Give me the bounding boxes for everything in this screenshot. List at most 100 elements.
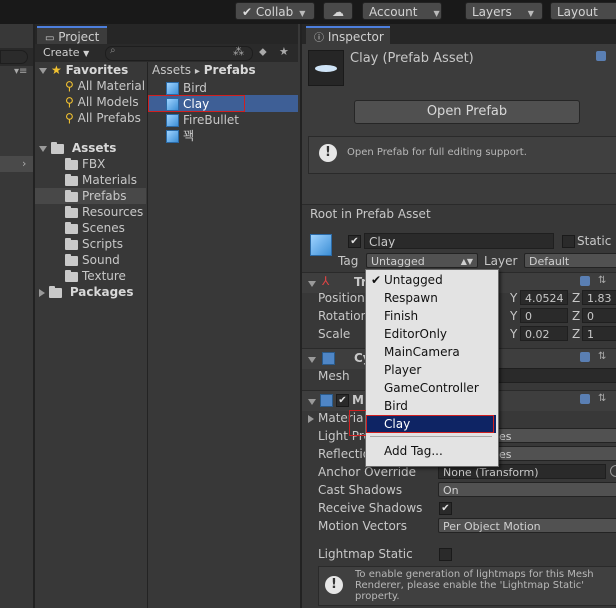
settings-icon[interactable]: ⋮	[612, 48, 616, 61]
search-icon: ⌕	[110, 45, 116, 56]
help-text: Open Prefab for full editing support.	[347, 147, 527, 158]
filter-type-icon[interactable]: ⁂	[233, 45, 244, 58]
file-label: Bird	[183, 81, 207, 95]
breadcrumb-root[interactable]: Assets	[152, 63, 191, 77]
breadcrumb-current[interactable]: Prefabs	[204, 63, 256, 77]
tag-option-player[interactable]: Player	[366, 361, 496, 379]
receive-shadows-checkbox[interactable]: ✔	[439, 502, 452, 515]
mesh-field[interactable]	[498, 368, 616, 383]
favorites-label: Favorites	[65, 63, 129, 77]
breadcrumb-separator: ▸	[194, 66, 200, 77]
folder-icon	[65, 253, 78, 266]
hierarchy-search[interactable]	[0, 50, 28, 64]
renderer-enabled-checkbox[interactable]: ✔	[336, 394, 349, 407]
preset-icon[interactable]: ⇅	[598, 393, 606, 404]
folder-item-prefabs[interactable]: Prefabs	[65, 188, 127, 204]
foldout-arrow-icon[interactable]	[308, 276, 320, 290]
open-prefab-button[interactable]: Open Prefab	[354, 100, 580, 124]
collapse-arrow-icon[interactable]	[39, 288, 45, 297]
assets-section[interactable]: Assets	[39, 140, 116, 156]
file-item-clay[interactable]: Clay	[166, 96, 209, 112]
expand-arrow-icon[interactable]	[39, 145, 47, 152]
collab-button[interactable]: ✔ Collab ▼	[235, 2, 315, 20]
collapse-arrow-icon[interactable]	[308, 414, 314, 423]
foldout-arrow-icon[interactable]	[308, 394, 320, 408]
file-item-firebullet[interactable]: FireBullet	[166, 112, 239, 128]
favorite-item-materials[interactable]: ⚲ All Material	[65, 78, 145, 94]
object-name-field[interactable]: Clay	[364, 233, 554, 249]
menu-icon[interactable]: ▾≡	[14, 66, 27, 77]
assets-label: Assets	[71, 141, 117, 155]
tag-dropdown[interactable]: Untagged ▲▼	[366, 253, 478, 268]
folder-icon: ▭	[45, 33, 55, 44]
folder-item-resources[interactable]: Resources	[65, 204, 143, 220]
scale-y-field[interactable]: 0.02	[520, 326, 568, 341]
motion-vectors-dropdown[interactable]: Per Object Motion	[438, 518, 616, 533]
scale-z-field[interactable]: 1	[582, 326, 616, 341]
star-icon[interactable]: ★	[279, 45, 289, 58]
object-picker-icon[interactable]	[610, 465, 616, 477]
folder-item-texture[interactable]: Texture	[65, 268, 126, 284]
static-checkbox[interactable]	[562, 235, 575, 248]
tag-option-untagged[interactable]: ✔ Untagged	[366, 271, 496, 289]
favorites-section[interactable]: ★ Favorites	[39, 62, 128, 78]
project-search-input[interactable]: ⌕	[105, 45, 253, 61]
foldout-arrow-icon[interactable]	[308, 352, 320, 366]
prefab-header	[302, 44, 616, 204]
tab-project[interactable]: ▭ Project	[37, 26, 107, 44]
tag-option-bird[interactable]: Bird	[366, 397, 496, 415]
preset-icon[interactable]: ⇅	[598, 275, 606, 286]
expand-arrow-icon[interactable]	[39, 67, 47, 74]
tag-option-finish[interactable]: Finish	[366, 307, 496, 325]
position-y-field[interactable]: 4.0524	[520, 290, 568, 305]
tag-option-gamecontroller[interactable]: GameController	[366, 379, 496, 397]
tag-option-editoronly[interactable]: EditorOnly	[366, 325, 496, 343]
cast-shadows-value: On	[443, 484, 459, 497]
file-item-korean[interactable]: 꽥	[166, 128, 194, 144]
preset-icon[interactable]: ⇅	[598, 351, 606, 362]
tag-option-respawn[interactable]: Respawn	[366, 289, 496, 307]
motion-vectors-label: Motion Vectors	[318, 519, 407, 533]
y-label: Y	[510, 327, 518, 341]
folder-item-fbx[interactable]: FBX	[65, 156, 105, 172]
folder-item-sound[interactable]: Sound	[65, 252, 120, 268]
asset-title: Clay (Prefab Asset)	[350, 51, 474, 66]
collab-label: Collab	[255, 5, 294, 19]
add-tag-option[interactable]: Add Tag...	[366, 442, 496, 460]
scale-label: Scale	[318, 327, 351, 341]
help-book-icon[interactable]	[580, 276, 590, 286]
create-button[interactable]: Create ▼	[43, 46, 89, 59]
layer-dropdown[interactable]: Default	[524, 253, 616, 268]
tag-label: Tag	[338, 254, 359, 268]
chevron-right-icon[interactable]: ›	[22, 157, 26, 170]
cast-shadows-dropdown[interactable]: On	[438, 482, 616, 497]
tag-option-maincamera[interactable]: MainCamera	[366, 343, 496, 361]
layers-dropdown[interactable]: Layers ▼	[465, 2, 543, 20]
tag-option-label: Bird	[384, 399, 408, 413]
filter-label-icon[interactable]: ⬥	[259, 45, 267, 59]
help-book-icon[interactable]	[596, 51, 606, 61]
active-checkbox[interactable]: ✔	[348, 235, 361, 248]
packages-section[interactable]: Packages	[39, 284, 133, 300]
rotation-label: Rotation	[318, 309, 369, 323]
position-z-field[interactable]: 1.83	[582, 290, 616, 305]
lightmap-static-checkbox[interactable]	[439, 548, 452, 561]
layout-dropdown[interactable]: Layout	[550, 2, 616, 20]
file-item-bird[interactable]: Bird	[166, 80, 207, 96]
help-book-icon[interactable]	[580, 352, 590, 362]
account-dropdown[interactable]: Account ▼	[362, 2, 442, 20]
help-book-icon[interactable]	[580, 394, 590, 404]
rotation-y-field[interactable]: 0	[520, 308, 568, 323]
tab-inspector[interactable]: ⓘ Inspector	[306, 26, 390, 44]
folder-label: Texture	[82, 269, 126, 283]
folder-item-scripts[interactable]: Scripts	[65, 236, 123, 252]
folder-label: Scripts	[82, 237, 124, 251]
cloud-button[interactable]: ☁	[323, 2, 353, 20]
folder-item-scenes[interactable]: Scenes	[65, 220, 125, 236]
folder-label: Sound	[82, 253, 120, 267]
favorite-item-models[interactable]: ⚲ All Models	[65, 94, 139, 110]
folder-item-materials[interactable]: Materials	[65, 172, 137, 188]
hierarchy-row-selected[interactable]	[0, 156, 33, 172]
rotation-z-field[interactable]: 0	[582, 308, 616, 323]
favorite-item-prefabs[interactable]: ⚲ All Prefabs	[65, 110, 141, 126]
